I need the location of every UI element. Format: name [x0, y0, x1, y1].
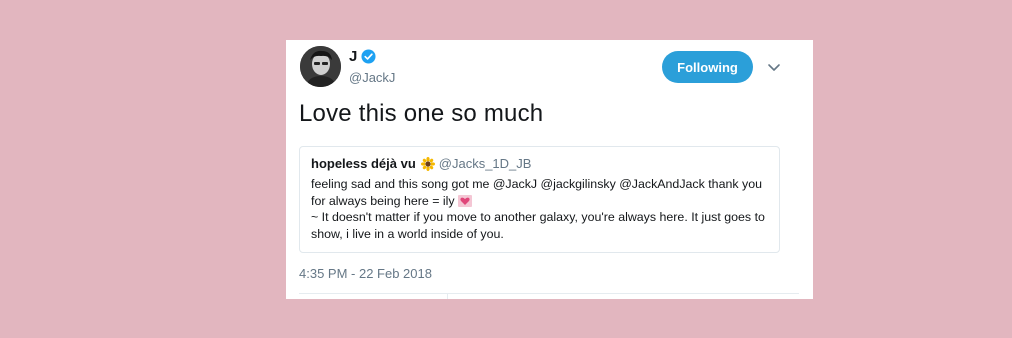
tweet-timestamp[interactable]: 4:35 PM - 22 Feb 2018	[299, 266, 432, 281]
divider	[299, 293, 799, 294]
tweet-text: Love this one so much	[299, 100, 544, 127]
quoted-tweet[interactable]: hopeless déjà vu @Jacks_1D_JB feeling sa…	[299, 146, 780, 253]
tweet-card: J @JackJ Following Love this one so much…	[286, 40, 813, 299]
sunflower-icon	[420, 157, 435, 171]
verified-badge-icon	[361, 49, 376, 64]
divider-tick	[447, 293, 448, 299]
author-handle[interactable]: @JackJ	[349, 70, 395, 85]
quoted-text-line1: feeling sad and this song got me @JackJ …	[311, 177, 762, 208]
author-display-name[interactable]: J	[349, 48, 357, 65]
sparkling-heart-icon	[457, 194, 472, 207]
chevron-down-icon[interactable]	[766, 59, 782, 75]
avatar-photo	[300, 46, 341, 87]
quoted-tweet-text: feeling sad and this song got me @JackJ …	[311, 176, 768, 242]
avatar[interactable]	[300, 46, 341, 87]
author-name[interactable]: J	[349, 48, 376, 65]
following-button[interactable]: Following	[662, 51, 753, 83]
quoted-author-name: hopeless déjà vu	[311, 156, 416, 171]
quoted-author-handle: @Jacks_1D_JB	[438, 156, 532, 171]
quoted-tweet-header: hopeless déjà vu @Jacks_1D_JB	[311, 156, 768, 172]
quoted-text-line2: ~ It doesn't matter if you move to anoth…	[311, 210, 765, 241]
